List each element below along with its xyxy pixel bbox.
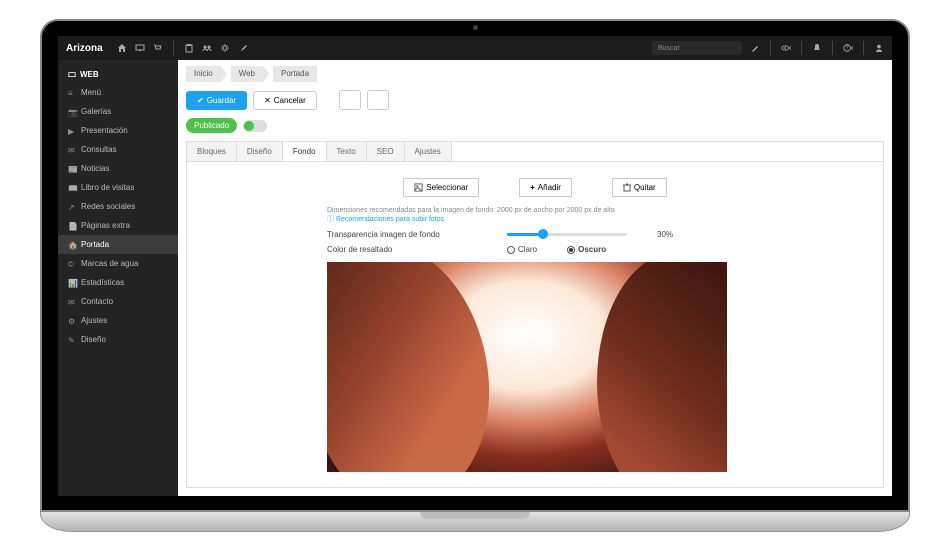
home-icon[interactable] — [117, 43, 127, 53]
upload-recommendations-link[interactable]: ⓘ Recomendaciones para subir fotos — [327, 214, 863, 224]
add-image-button[interactable]: +Añadir — [519, 178, 572, 197]
sidebar-item-noticias[interactable]: 📰Noticias — [58, 159, 178, 178]
sidebar-icon: 🏠 — [68, 241, 76, 249]
tabs: BloquesDiseñoFondoTextoSEOAjustes — [186, 141, 884, 161]
sidebar-item-menú[interactable]: ≡Menú — [58, 83, 178, 102]
sidebar-item-ajustes[interactable]: ⚙Ajustes — [58, 311, 178, 330]
breadcrumb-item[interactable]: Web — [231, 66, 263, 82]
sidebar-item-presentación[interactable]: ▶Presentación — [58, 121, 178, 140]
dimensions-hint: Dimensiones recomendadas para la imagen … — [327, 207, 863, 214]
tab-texto[interactable]: Texto — [327, 142, 367, 161]
sidebar-item-redes-sociales[interactable]: ↗Redes sociales — [58, 197, 178, 216]
svg-text:?: ? — [846, 46, 849, 52]
sidebar-icon: 📄 — [68, 222, 76, 230]
save-button[interactable]: ✔Guardar — [186, 91, 247, 110]
sidebar-item-contacto[interactable]: ✉Contacto — [58, 292, 178, 311]
sidebar-icon: 📖 — [68, 184, 76, 192]
help-icon[interactable]: ? — [843, 43, 853, 53]
cancel-button[interactable]: ✕Cancelar — [253, 91, 317, 110]
tab-seo[interactable]: SEO — [367, 142, 405, 161]
sidebar-icon: 📊 — [68, 279, 76, 287]
monitor-icon[interactable] — [135, 43, 145, 53]
sidebar-icon: 📷 — [68, 108, 76, 116]
tab-bloques[interactable]: Bloques — [187, 142, 237, 161]
transparency-label: Transparencia imagen de fondo — [327, 230, 477, 239]
radio-claro[interactable]: Claro — [507, 245, 537, 254]
brand: Arizona — [66, 43, 103, 54]
tab-ajustes[interactable]: Ajustes — [405, 142, 452, 161]
sidebar-item-diseño[interactable]: ✎Diseño — [58, 330, 178, 349]
sidebar-item-estadísticas[interactable]: 📊Estadísticas — [58, 273, 178, 292]
cart-icon[interactable] — [153, 43, 163, 53]
search-input[interactable]: Buscar — [652, 41, 742, 55]
breadcrumb-item[interactable]: Inicio — [186, 66, 221, 82]
sidebar-item-galerías[interactable]: 📷Galerías — [58, 102, 178, 121]
highlight-label: Color de resaltado — [327, 245, 477, 254]
sidebar-section: WEB — [58, 66, 178, 83]
status-badge: Publicado — [186, 118, 237, 133]
main-content: Inicio Web Portada ✔Guardar ✕Cancelar ? Pu… — [178, 60, 892, 496]
user-icon[interactable] — [874, 43, 884, 53]
preview-icon[interactable] — [339, 90, 361, 110]
sidebar-icon: ⚙ — [68, 317, 76, 325]
tab-diseño[interactable]: Diseño — [237, 142, 283, 161]
clipboard-icon[interactable] — [184, 43, 194, 53]
sidebar-item-marcas-de-agua[interactable]: ©Marcas de agua — [58, 254, 178, 273]
sidebar-item-portada[interactable]: 🏠Portada — [58, 235, 178, 254]
eye-icon[interactable] — [781, 43, 791, 53]
select-image-button[interactable]: Seleccionar — [403, 178, 479, 197]
transparency-value: 30% — [657, 230, 673, 239]
sidebar-icon: © — [68, 260, 76, 268]
transparency-slider[interactable] — [507, 233, 627, 236]
sidebar-icon: ≡ — [68, 89, 76, 97]
background-preview-image — [327, 262, 727, 472]
sidebar: WEB ≡Menú📷Galerías▶Presentación✉Consulta… — [58, 60, 178, 496]
sidebar-icon: 📰 — [68, 165, 76, 173]
tab-fondo[interactable]: Fondo — [283, 142, 327, 162]
bell-icon[interactable] — [812, 43, 822, 53]
tab-panel-fondo: Seleccionar +Añadir Quitar Dimensiones r… — [186, 161, 884, 488]
users-icon[interactable] — [202, 43, 212, 53]
radio-oscuro[interactable]: Oscuro — [567, 245, 606, 254]
wand-icon[interactable] — [750, 43, 760, 53]
sidebar-icon: ✉ — [68, 298, 76, 306]
sidebar-item-páginas-extra[interactable]: 📄Páginas extra — [58, 216, 178, 235]
help-button[interactable]: ? — [367, 90, 389, 110]
sidebar-icon: ▶ — [68, 127, 76, 135]
topbar: Arizona Buscar ? — [58, 36, 892, 60]
sidebar-item-consultas[interactable]: ✉Consultas — [58, 140, 178, 159]
sidebar-icon: ✎ — [68, 336, 76, 344]
breadcrumb: Inicio Web Portada — [178, 60, 892, 88]
breadcrumb-item[interactable]: Portada — [273, 66, 317, 82]
brush-icon[interactable] — [238, 43, 248, 53]
sidebar-item-libro-de-visitas[interactable]: 📖Libro de visitas — [58, 178, 178, 197]
gear-icon[interactable] — [220, 43, 230, 53]
sidebar-icon: ✉ — [68, 146, 76, 154]
sidebar-icon: ↗ — [68, 203, 76, 211]
publish-toggle[interactable] — [243, 120, 267, 132]
remove-image-button[interactable]: Quitar — [612, 178, 667, 197]
